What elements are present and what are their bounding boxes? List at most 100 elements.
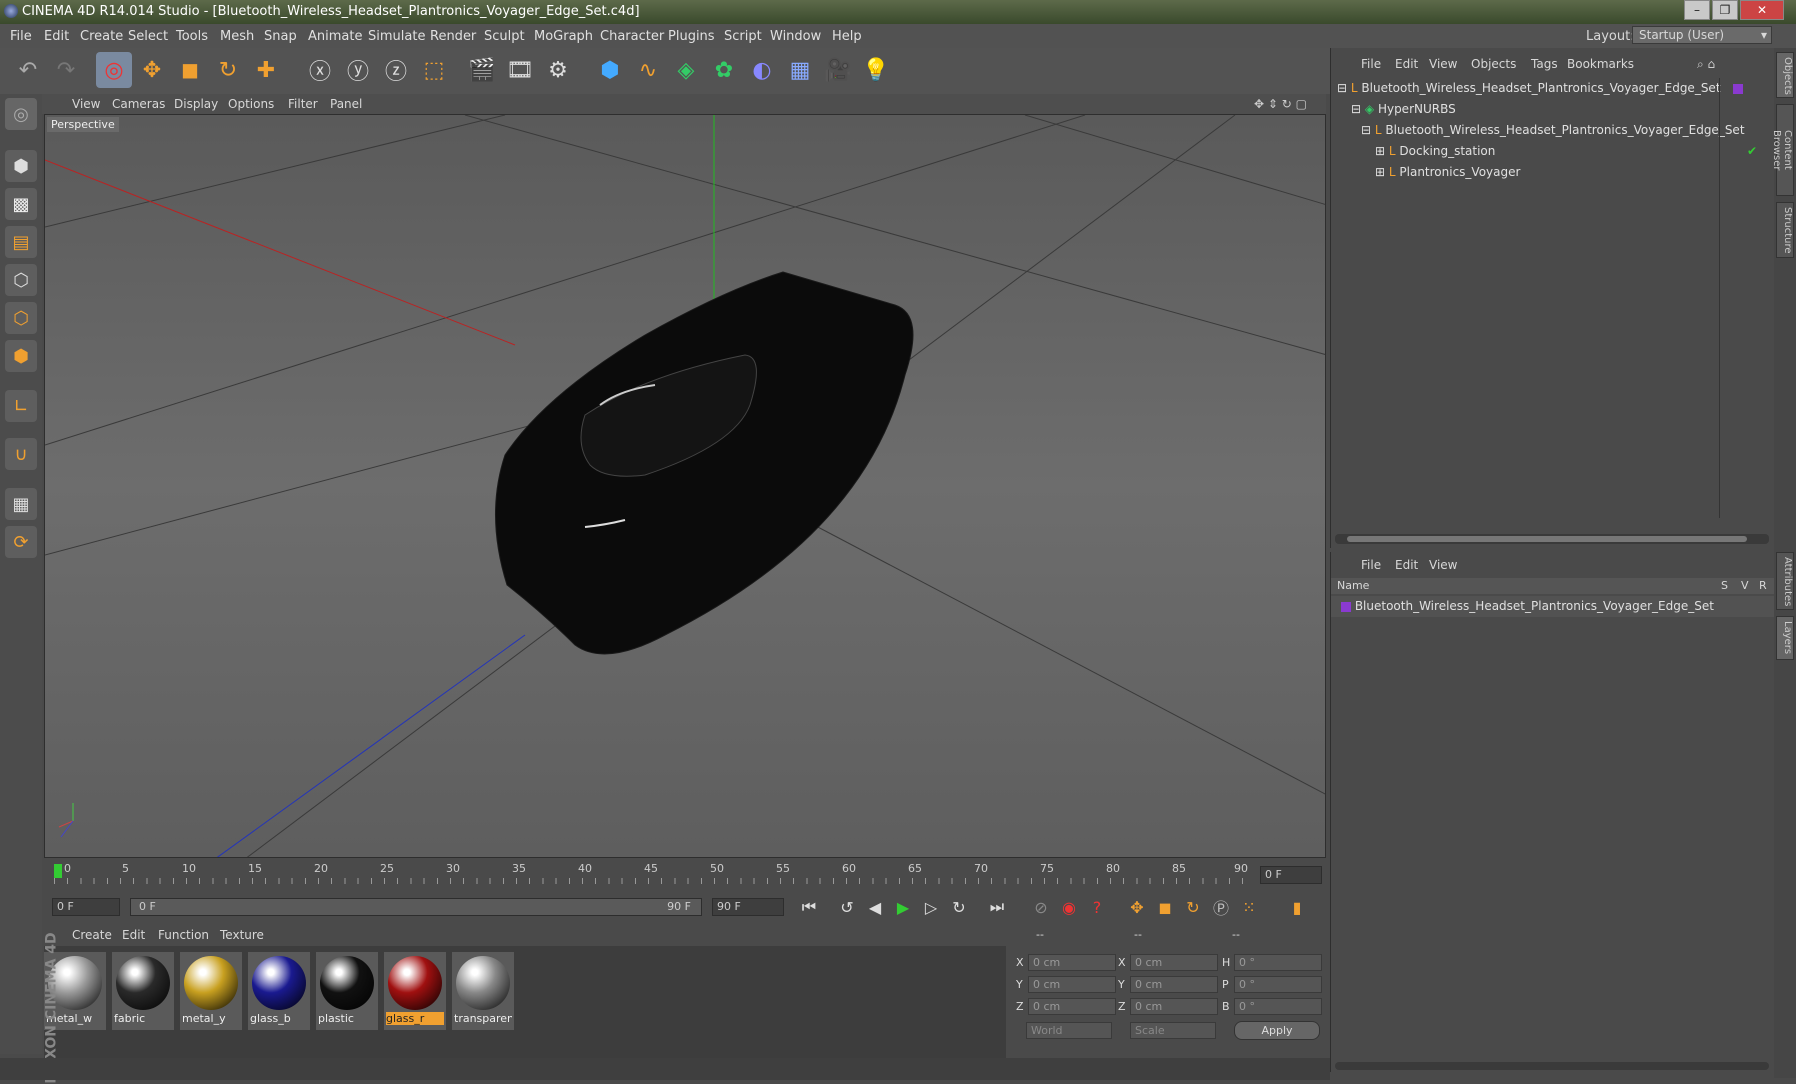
layer-color-swatch[interactable] (1733, 84, 1743, 94)
scale-icon[interactable]: ◼ (172, 52, 208, 88)
minimize-button[interactable]: – (1684, 0, 1710, 20)
tab-structure[interactable]: Structure (1776, 202, 1794, 258)
array-icon[interactable]: ✿ (706, 52, 742, 88)
current-frame-field[interactable]: 0 F (1260, 866, 1322, 884)
tree-item[interactable]: ⊟ ◈ HyperNURBS (1331, 99, 1775, 120)
menu-mograph[interactable]: MoGraph (534, 29, 593, 44)
viewport-menu-view[interactable]: View (72, 97, 100, 111)
undo-icon[interactable]: ↶ (10, 52, 46, 88)
layer-menu-file[interactable]: File (1361, 558, 1381, 572)
floor-icon[interactable]: ▦ (782, 52, 818, 88)
viewport-menu-display[interactable]: Display (174, 97, 218, 111)
light-icon[interactable]: 💡 (858, 52, 894, 88)
tree-item[interactable]: ⊟ L Bluetooth_Wireless_Headset_Plantroni… (1331, 120, 1775, 141)
check-icon[interactable]: ✔ (1747, 144, 1757, 158)
tab-content-browser[interactable]: Content Browser (1771, 104, 1794, 196)
timeline-ruler[interactable]: 0 5 10 15 20 25 30 35 40 45 50 55 60 65 … (44, 858, 1326, 892)
live-selection-icon[interactable]: ◎ (96, 52, 132, 88)
snap-icon[interactable]: ⟳ (5, 526, 37, 558)
material-swatch[interactable]: plastic (316, 952, 378, 1030)
docking-station-model[interactable] (495, 271, 914, 655)
rotation-b-field[interactable]: 0 ° (1234, 998, 1322, 1015)
cube-icon[interactable]: ⬢ (592, 52, 628, 88)
viewport-menu-options[interactable]: Options (228, 97, 274, 111)
material-menu-texture[interactable]: Texture (220, 928, 264, 942)
workplane-lock-icon[interactable]: ▦ (5, 488, 37, 520)
object-menu-view[interactable]: View (1429, 57, 1457, 71)
nurbs-icon[interactable]: ◈ (668, 52, 704, 88)
material-swatch[interactable]: transparen (452, 952, 514, 1030)
horizontal-scrollbar[interactable] (1335, 534, 1769, 544)
go-to-start-icon[interactable]: ⏮ (796, 895, 822, 919)
size-y-field[interactable]: 0 cm (1130, 976, 1218, 993)
autokey-icon[interactable]: ◉ (1056, 895, 1082, 919)
previous-key-icon[interactable]: ↺ (834, 895, 860, 919)
redo-icon[interactable]: ↷ (48, 52, 84, 88)
position-key-icon[interactable]: ✥ (1124, 895, 1150, 919)
coordinate-system-icon[interactable]: ⬚ (416, 52, 452, 88)
menu-simulate[interactable]: Simulate (368, 29, 425, 44)
rotation-h-field[interactable]: 0 ° (1234, 954, 1322, 971)
layer-menu-view[interactable]: View (1429, 558, 1457, 572)
menu-file[interactable]: File (10, 29, 32, 44)
size-mode-select[interactable]: Scale (1130, 1022, 1216, 1039)
menu-animate[interactable]: Animate (308, 29, 362, 44)
menu-edit[interactable]: Edit (44, 29, 69, 44)
magnet-icon[interactable]: ∪ (5, 438, 37, 470)
position-y-field[interactable]: 0 cm (1028, 976, 1116, 993)
material-menu-create[interactable]: Create (72, 928, 112, 942)
size-z-field[interactable]: 0 cm (1130, 998, 1218, 1015)
menu-snap[interactable]: Snap (264, 29, 297, 44)
points-mode-icon[interactable]: ⬡ (5, 264, 37, 296)
make-editable-icon[interactable]: ◎ (5, 98, 37, 130)
go-to-end-icon[interactable]: ⏭ (984, 895, 1010, 919)
object-menu-edit[interactable]: Edit (1395, 57, 1418, 71)
viewport-menu-panel[interactable]: Panel (330, 97, 362, 111)
material-swatch[interactable]: fabric (112, 952, 174, 1030)
viewport-menu-cameras[interactable]: Cameras (112, 97, 165, 111)
point-level-icon[interactable]: ⁙ (1236, 895, 1262, 919)
menu-sculpt[interactable]: Sculpt (484, 29, 525, 44)
render-picture-viewer-icon[interactable]: 🎞 (502, 52, 538, 88)
frame-range-slider[interactable]: 0 F 90 F (130, 898, 702, 916)
z-axis-lock-icon[interactable]: ⓩ (378, 52, 414, 88)
camera-icon[interactable]: 🎥 (820, 52, 856, 88)
next-key-icon[interactable]: ↻ (946, 895, 972, 919)
rotate-icon[interactable]: ↻ (210, 52, 246, 88)
menu-script[interactable]: Script (724, 29, 762, 44)
close-button[interactable]: ✕ (1740, 0, 1784, 20)
rotation-key-icon[interactable]: ↻ (1180, 895, 1206, 919)
menu-mesh[interactable]: Mesh (220, 29, 254, 44)
record-keys-icon[interactable]: ⊘ (1028, 895, 1054, 919)
rotation-p-field[interactable]: 0 ° (1234, 976, 1322, 993)
size-x-field[interactable]: 0 cm (1130, 954, 1218, 971)
maximize-button[interactable]: ❐ (1712, 0, 1738, 20)
spline-icon[interactable]: ∿ (630, 52, 666, 88)
workplane-mode-icon[interactable]: ▤ (5, 226, 37, 258)
menu-window[interactable]: Window (770, 29, 821, 44)
position-z-field[interactable]: 0 cm (1028, 998, 1116, 1015)
menu-help[interactable]: Help (832, 29, 862, 44)
polygons-mode-icon[interactable]: ⬢ (5, 340, 37, 372)
timeline-window-icon[interactable]: ▮ (1284, 895, 1310, 919)
start-frame-field[interactable]: 0 F (52, 898, 120, 916)
viewport-navigation-icon[interactable]: ✥ ⇕ ↻ ▢ (1254, 97, 1307, 111)
coordinate-mode-select[interactable]: World (1026, 1022, 1112, 1039)
menu-plugins[interactable]: Plugins (668, 29, 715, 44)
layer-menu-edit[interactable]: Edit (1395, 558, 1418, 572)
move-icon[interactable]: ✥ (134, 52, 170, 88)
search-icon[interactable]: ⌕ ⌂ (1697, 57, 1715, 72)
axis-mode-icon[interactable]: ∟ (5, 390, 37, 422)
model-mode-icon[interactable]: ⬢ (5, 150, 37, 182)
object-menu-file[interactable]: File (1361, 57, 1381, 71)
scale-key-icon[interactable]: ◼ (1152, 895, 1178, 919)
menu-create[interactable]: Create (80, 29, 123, 44)
horizontal-scrollbar[interactable] (1335, 1062, 1769, 1070)
tab-attributes[interactable]: Attributes (1776, 552, 1794, 610)
parameter-key-icon[interactable]: Ⓟ (1208, 895, 1234, 919)
menu-render[interactable]: Render (430, 29, 476, 44)
menu-tools[interactable]: Tools (176, 29, 208, 44)
viewport-menu-filter[interactable]: Filter (288, 97, 318, 111)
layer-row[interactable]: Bluetooth_Wireless_Headset_Plantronics_V… (1331, 596, 1775, 617)
y-axis-lock-icon[interactable]: ⓨ (340, 52, 376, 88)
